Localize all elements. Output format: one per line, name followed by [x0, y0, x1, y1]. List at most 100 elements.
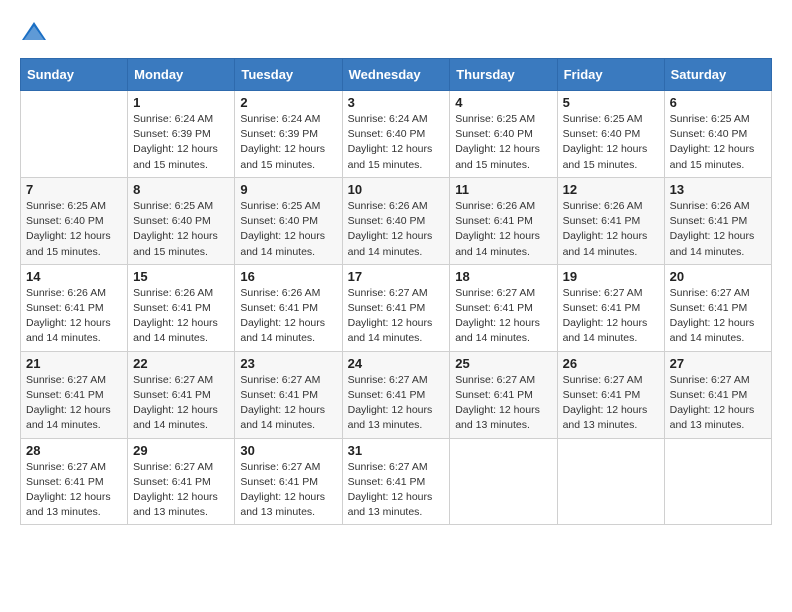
- header-tuesday: Tuesday: [235, 59, 342, 91]
- day-detail: Sunrise: 6:27 AM Sunset: 6:41 PM Dayligh…: [455, 286, 551, 347]
- day-detail: Sunrise: 6:27 AM Sunset: 6:41 PM Dayligh…: [26, 460, 122, 521]
- calendar-cell: 22Sunrise: 6:27 AM Sunset: 6:41 PM Dayli…: [128, 351, 235, 438]
- day-number: 21: [26, 356, 122, 371]
- day-detail: Sunrise: 6:24 AM Sunset: 6:39 PM Dayligh…: [133, 112, 229, 173]
- day-number: 16: [240, 269, 336, 284]
- day-number: 14: [26, 269, 122, 284]
- day-detail: Sunrise: 6:25 AM Sunset: 6:40 PM Dayligh…: [455, 112, 551, 173]
- calendar-week-row: 28 Sunrise: 6:27 AM Sunset: 6:41 PM Dayli…: [21, 438, 772, 525]
- calendar-header-row: SundayMondayTuesdayWednesdayThursdayFrid…: [21, 59, 772, 91]
- day-number: 23: [240, 356, 336, 371]
- calendar-cell: 18Sunrise: 6:27 AM Sunset: 6:41 PM Dayli…: [450, 264, 557, 351]
- day-number: 17: [348, 269, 445, 284]
- day-detail: Sunrise: 6:25 AM Sunset: 6:40 PM Dayligh…: [26, 199, 122, 260]
- header-thursday: Thursday: [450, 59, 557, 91]
- day-number: 29: [133, 443, 229, 458]
- day-detail: Sunrise: 6:26 AM Sunset: 6:41 PM Dayligh…: [26, 286, 122, 347]
- day-detail: Sunrise: 6:27 AM Sunset: 6:41 PM Dayligh…: [348, 460, 445, 521]
- day-detail: Sunrise: 6:25 AM Sunset: 6:40 PM Dayligh…: [670, 112, 766, 173]
- day-detail: Sunrise: 6:27 AM Sunset: 6:41 PM Dayligh…: [455, 373, 551, 434]
- day-detail: Sunrise: 6:24 AM Sunset: 6:40 PM Dayligh…: [348, 112, 445, 173]
- day-detail: Sunrise: 6:26 AM Sunset: 6:41 PM Dayligh…: [563, 199, 659, 260]
- day-detail: Sunrise: 6:27 AM Sunset: 6:41 PM Dayligh…: [133, 373, 229, 434]
- calendar-cell: 7 Sunrise: 6:25 AM Sunset: 6:40 PM Daylig…: [21, 177, 128, 264]
- calendar-week-row: 7 Sunrise: 6:25 AM Sunset: 6:40 PM Daylig…: [21, 177, 772, 264]
- header-friday: Friday: [557, 59, 664, 91]
- calendar-cell: 21 Sunrise: 6:27 AM Sunset: 6:41 PM Dayli…: [21, 351, 128, 438]
- day-number: 28: [26, 443, 122, 458]
- day-number: 8: [133, 182, 229, 197]
- calendar-cell: 23 Sunrise: 6:27 AM Sunset: 6:41 PM Dayli…: [235, 351, 342, 438]
- calendar-cell: 26 Sunrise: 6:27 AM Sunset: 6:41 PM Dayli…: [557, 351, 664, 438]
- day-detail: Sunrise: 6:27 AM Sunset: 6:41 PM Dayligh…: [563, 286, 659, 347]
- calendar-cell: 8 Sunrise: 6:25 AM Sunset: 6:40 PM Daylig…: [128, 177, 235, 264]
- day-number: 30: [240, 443, 336, 458]
- calendar-cell: 11 Sunrise: 6:26 AM Sunset: 6:41 PM Dayli…: [450, 177, 557, 264]
- header-sunday: Sunday: [21, 59, 128, 91]
- day-detail: Sunrise: 6:27 AM Sunset: 6:41 PM Dayligh…: [26, 373, 122, 434]
- calendar-cell: 28 Sunrise: 6:27 AM Sunset: 6:41 PM Dayli…: [21, 438, 128, 525]
- day-number: 27: [670, 356, 766, 371]
- day-number: 15: [133, 269, 229, 284]
- calendar-cell: 12 Sunrise: 6:26 AM Sunset: 6:41 PM Dayli…: [557, 177, 664, 264]
- day-number: 13: [670, 182, 766, 197]
- calendar-cell: 20Sunrise: 6:27 AM Sunset: 6:41 PM Dayli…: [664, 264, 771, 351]
- day-number: 24: [348, 356, 445, 371]
- calendar-cell: 14 Sunrise: 6:26 AM Sunset: 6:41 PM Dayli…: [21, 264, 128, 351]
- calendar-cell: 29Sunrise: 6:27 AM Sunset: 6:41 PM Dayli…: [128, 438, 235, 525]
- logo: [20, 20, 52, 42]
- calendar-cell: [450, 438, 557, 525]
- calendar-cell: 24 Sunrise: 6:27 AM Sunset: 6:41 PM Dayli…: [342, 351, 450, 438]
- day-detail: Sunrise: 6:24 AM Sunset: 6:39 PM Dayligh…: [240, 112, 336, 173]
- calendar-cell: 3 Sunrise: 6:24 AM Sunset: 6:40 PM Daylig…: [342, 91, 450, 178]
- day-number: 19: [563, 269, 659, 284]
- day-number: 10: [348, 182, 445, 197]
- calendar-cell: 5 Sunrise: 6:25 AM Sunset: 6:40 PM Daylig…: [557, 91, 664, 178]
- day-number: 12: [563, 182, 659, 197]
- day-detail: Sunrise: 6:26 AM Sunset: 6:41 PM Dayligh…: [670, 199, 766, 260]
- calendar-cell: 2 Sunrise: 6:24 AM Sunset: 6:39 PM Daylig…: [235, 91, 342, 178]
- day-number: 25: [455, 356, 551, 371]
- calendar-cell: 30 Sunrise: 6:27 AM Sunset: 6:41 PM Dayli…: [235, 438, 342, 525]
- calendar-cell: [21, 91, 128, 178]
- day-detail: Sunrise: 6:27 AM Sunset: 6:41 PM Dayligh…: [670, 286, 766, 347]
- day-detail: Sunrise: 6:26 AM Sunset: 6:41 PM Dayligh…: [455, 199, 551, 260]
- day-number: 3: [348, 95, 445, 110]
- calendar-cell: 15 Sunrise: 6:26 AM Sunset: 6:41 PM Dayli…: [128, 264, 235, 351]
- calendar-cell: 31 Sunrise: 6:27 AM Sunset: 6:41 PM Dayli…: [342, 438, 450, 525]
- calendar-cell: 25 Sunrise: 6:27 AM Sunset: 6:41 PM Dayli…: [450, 351, 557, 438]
- logo-icon: [20, 20, 48, 42]
- day-number: 4: [455, 95, 551, 110]
- day-detail: Sunrise: 6:26 AM Sunset: 6:40 PM Dayligh…: [348, 199, 445, 260]
- day-detail: Sunrise: 6:27 AM Sunset: 6:41 PM Dayligh…: [240, 373, 336, 434]
- header-wednesday: Wednesday: [342, 59, 450, 91]
- day-detail: Sunrise: 6:27 AM Sunset: 6:41 PM Dayligh…: [240, 460, 336, 521]
- header-monday: Monday: [128, 59, 235, 91]
- day-number: 26: [563, 356, 659, 371]
- calendar-cell: 17 Sunrise: 6:27 AM Sunset: 6:41 PM Dayli…: [342, 264, 450, 351]
- day-detail: Sunrise: 6:25 AM Sunset: 6:40 PM Dayligh…: [563, 112, 659, 173]
- calendar-cell: 10 Sunrise: 6:26 AM Sunset: 6:40 PM Dayli…: [342, 177, 450, 264]
- calendar-cell: 16 Sunrise: 6:26 AM Sunset: 6:41 PM Dayli…: [235, 264, 342, 351]
- header-saturday: Saturday: [664, 59, 771, 91]
- day-detail: Sunrise: 6:26 AM Sunset: 6:41 PM Dayligh…: [240, 286, 336, 347]
- calendar-cell: [557, 438, 664, 525]
- day-detail: Sunrise: 6:27 AM Sunset: 6:41 PM Dayligh…: [563, 373, 659, 434]
- calendar-cell: [664, 438, 771, 525]
- day-detail: Sunrise: 6:26 AM Sunset: 6:41 PM Dayligh…: [133, 286, 229, 347]
- calendar-cell: 1 Sunrise: 6:24 AM Sunset: 6:39 PM Daylig…: [128, 91, 235, 178]
- day-number: 1: [133, 95, 229, 110]
- day-number: 11: [455, 182, 551, 197]
- day-detail: Sunrise: 6:25 AM Sunset: 6:40 PM Dayligh…: [133, 199, 229, 260]
- day-detail: Sunrise: 6:27 AM Sunset: 6:41 PM Dayligh…: [348, 286, 445, 347]
- calendar-week-row: 1 Sunrise: 6:24 AM Sunset: 6:39 PM Daylig…: [21, 91, 772, 178]
- day-number: 2: [240, 95, 336, 110]
- calendar-cell: 13 Sunrise: 6:26 AM Sunset: 6:41 PM Dayli…: [664, 177, 771, 264]
- day-number: 9: [240, 182, 336, 197]
- day-detail: Sunrise: 6:27 AM Sunset: 6:41 PM Dayligh…: [348, 373, 445, 434]
- day-detail: Sunrise: 6:25 AM Sunset: 6:40 PM Dayligh…: [240, 199, 336, 260]
- day-number: 7: [26, 182, 122, 197]
- day-number: 5: [563, 95, 659, 110]
- day-number: 31: [348, 443, 445, 458]
- calendar-cell: 4 Sunrise: 6:25 AM Sunset: 6:40 PM Daylig…: [450, 91, 557, 178]
